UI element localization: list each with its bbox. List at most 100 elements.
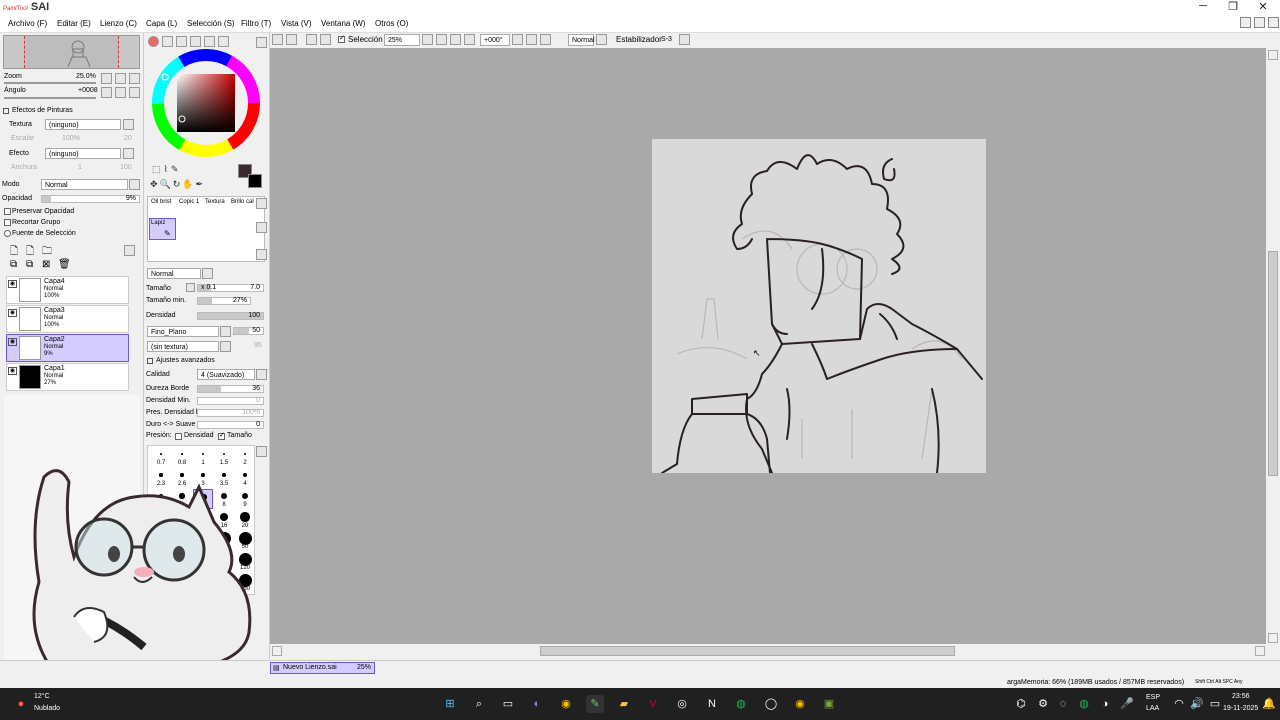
size-slider[interactable]: x 0.1 7.0 xyxy=(197,284,264,292)
notification-bell-icon[interactable]: 🔔 xyxy=(1260,695,1278,713)
horizontal-scroll-thumb[interactable] xyxy=(540,646,955,656)
search-icon[interactable]: ⌕ xyxy=(470,695,488,713)
vertical-scroll-thumb[interactable] xyxy=(1268,251,1278,476)
texture-select[interactable]: (ninguno) xyxy=(45,119,121,130)
scroll-right-icon[interactable] xyxy=(1255,646,1265,656)
clear-layer-icon[interactable]: ⊠ xyxy=(42,259,50,270)
zoom-reset-icon[interactable] xyxy=(464,34,475,45)
start-windows-icon[interactable]: ⊞ xyxy=(441,695,459,713)
menu-otros[interactable]: Otros (O) xyxy=(375,19,408,28)
angle-slider[interactable] xyxy=(4,97,96,99)
rotate-reset-icon[interactable] xyxy=(540,34,551,45)
rotate-ccw-icon[interactable] xyxy=(512,34,523,45)
nav-zoom-out-icon[interactable] xyxy=(101,73,112,84)
drawing-canvas[interactable] xyxy=(652,139,986,473)
visibility-eye-icon[interactable]: ◉ xyxy=(8,367,17,375)
layer-row[interactable]: ◉ Capa4 Normal 100% xyxy=(6,276,129,304)
quality-dropdown-icon[interactable] xyxy=(256,369,267,380)
brush-tab-2[interactable]: Textura xyxy=(205,199,225,205)
app-v-icon[interactable]: V xyxy=(644,695,662,713)
preserve-opacity-checkbox[interactable] xyxy=(4,208,11,215)
clock-date[interactable]: 19-11-2025 xyxy=(1223,705,1258,712)
transform-tools-icons[interactable]: ✥🔍↻✋✒ xyxy=(150,179,205,190)
collapse-icon[interactable] xyxy=(3,108,9,114)
tray-app-icon[interactable]: ⌬ xyxy=(1012,695,1030,713)
zoom-dropdown-icon[interactable] xyxy=(422,34,433,45)
region-indicator[interactable]: LAA xyxy=(1146,705,1159,712)
visibility-eye-icon[interactable]: ◉ xyxy=(8,309,17,317)
advanced-collapse-icon[interactable] xyxy=(147,358,153,364)
navigator-preview[interactable] xyxy=(3,35,140,69)
stabilizer-value[interactable]: S-3 xyxy=(658,34,678,46)
hard-soft-slider[interactable]: 0 xyxy=(197,421,264,429)
brush-scroll-up-icon[interactable] xyxy=(256,198,267,209)
tray-spotify-icon[interactable]: ◍ xyxy=(1075,695,1093,713)
clip-group-checkbox[interactable] xyxy=(4,219,11,226)
swatches-mode-icon[interactable] xyxy=(190,36,201,47)
pencil-tool-button[interactable]: Lapiz ✎ xyxy=(149,218,176,240)
battery-icon[interactable]: ▭ xyxy=(1206,695,1224,713)
tray-steam-icon[interactable]: ◑ xyxy=(1096,695,1114,713)
layer-row[interactable]: ◉ Capa3 Normal 100% xyxy=(6,305,129,333)
chrome-profile-icon[interactable]: ◉ xyxy=(791,695,809,713)
scroll-left-icon[interactable] xyxy=(272,646,282,656)
visibility-eye-icon[interactable]: ◉ xyxy=(8,280,17,288)
deselect-icon[interactable] xyxy=(306,34,317,45)
nav-rotate-cw-icon[interactable] xyxy=(115,87,126,98)
brush-mode-select[interactable]: Normal xyxy=(147,268,201,279)
restore-icon[interactable]: ❐ xyxy=(1218,0,1248,13)
effect-options-icon[interactable] xyxy=(123,148,134,159)
canvas-area[interactable]: ↖ xyxy=(270,48,1266,644)
transfer-down-icon[interactable]: ⧉ xyxy=(10,259,17,270)
size-multiplier-icon[interactable] xyxy=(186,283,195,292)
brush-scroll-icon[interactable] xyxy=(256,222,267,233)
menu-capa[interactable]: Capa (L) xyxy=(146,19,177,28)
weather-icon[interactable]: ● xyxy=(12,695,30,713)
edge-hardness-slider[interactable]: 36 xyxy=(197,385,264,393)
layer-panel-menu-icon[interactable] xyxy=(124,245,135,256)
nav-zoom-in-icon[interactable] xyxy=(115,73,126,84)
clock-time[interactable]: 23:56 xyxy=(1232,693,1250,700)
scroll-down-icon[interactable] xyxy=(1268,633,1278,643)
density-slider[interactable]: 100 xyxy=(197,312,264,320)
brush-tab-0[interactable]: Oil brist xyxy=(151,199,171,205)
user-swatch-icon[interactable] xyxy=(218,36,229,47)
rgb-slider-mode-icon[interactable] xyxy=(162,36,173,47)
microphone-icon[interactable]: 🎤 xyxy=(1118,695,1136,713)
redo-icon[interactable] xyxy=(286,34,297,45)
min-size-slider[interactable]: 27% xyxy=(197,297,251,305)
brush-shape-dropdown-icon[interactable] xyxy=(220,326,231,337)
delete-layer-icon[interactable]: 🗑 xyxy=(58,259,71,270)
opacity-slider[interactable]: 9% xyxy=(41,195,140,203)
panel-toggle-icon[interactable] xyxy=(1268,17,1279,28)
pressure-size-checkbox[interactable]: ✓ xyxy=(218,432,225,440)
document-tab[interactable]: ▤ Nuevo Lienzo.sai 25% xyxy=(270,662,375,674)
pressure-density-checkbox[interactable] xyxy=(175,433,182,440)
undo-icon[interactable] xyxy=(272,34,283,45)
color-wheel[interactable] xyxy=(152,49,260,157)
minimize-icon[interactable]: ─ xyxy=(1188,0,1218,12)
tray-settings-icon[interactable]: ⚙ xyxy=(1034,695,1052,713)
volume-icon[interactable]: 🔊 xyxy=(1188,695,1206,713)
file-explorer-icon[interactable]: ▰ xyxy=(615,695,633,713)
brush-shape-select[interactable]: Fino_Plano xyxy=(147,326,219,337)
panel-options-icon[interactable] xyxy=(256,37,267,48)
selection-tools-icons[interactable]: ⬚⌇✎ xyxy=(152,164,181,175)
texture-options-icon[interactable] xyxy=(123,119,134,130)
pressure-density-slider[interactable]: 100% xyxy=(197,409,264,417)
layer-row[interactable]: ◉ Capa2 Normal 9% xyxy=(6,334,129,362)
capcut-icon[interactable]: ◎ xyxy=(673,695,691,713)
selection-source-radio[interactable] xyxy=(4,230,11,237)
vertical-scrollbar[interactable] xyxy=(1266,48,1280,644)
color-wheel-mode-icon[interactable] xyxy=(148,36,159,47)
task-view-icon[interactable]: ▭ xyxy=(499,695,517,713)
language-indicator[interactable]: ESP xyxy=(1146,694,1160,701)
menu-archivo[interactable]: Archivo (F) xyxy=(8,19,47,28)
zoom-slider[interactable] xyxy=(4,82,96,84)
visibility-eye-icon[interactable]: ◉ xyxy=(8,338,17,346)
brush-tab-1[interactable]: Copic 1 xyxy=(179,199,199,205)
brush-scroll-down-icon[interactable] xyxy=(256,249,267,260)
brush-texture-dropdown-icon[interactable] xyxy=(220,341,231,352)
nav-rotate-ccw-icon[interactable] xyxy=(101,87,112,98)
chrome-icon[interactable]: ◉ xyxy=(557,695,575,713)
